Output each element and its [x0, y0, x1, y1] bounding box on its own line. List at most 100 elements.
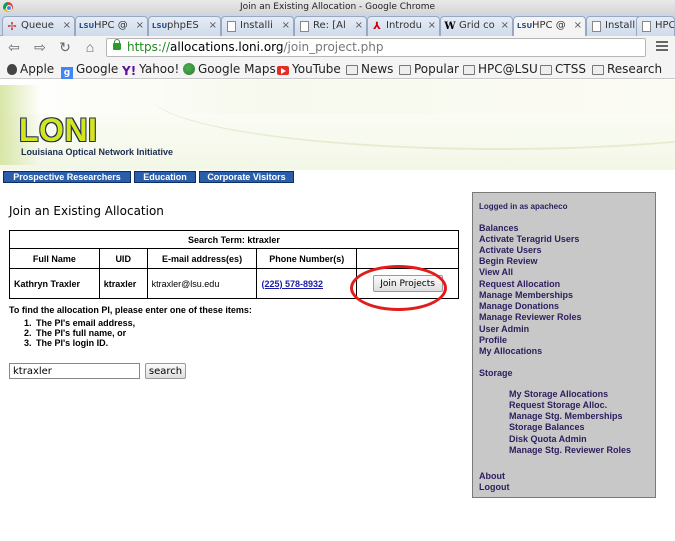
youtube-icon: [277, 66, 289, 75]
tab-intro[interactable]: ⅄ Introdu ×: [367, 16, 440, 36]
sidebar-item-activate-teragrid-users[interactable]: Activate Teragrid Users: [479, 234, 579, 245]
sidebar-item-my-storage-allocations[interactable]: My Storage Allocations: [509, 389, 608, 400]
search-input[interactable]: [9, 363, 140, 379]
sidebar-storage-heading: Storage: [479, 368, 513, 378]
sidebar-item-balances[interactable]: Balances: [479, 223, 519, 234]
tab-close-icon[interactable]: ×: [282, 17, 290, 35]
chrome-logo-icon: [3, 2, 13, 12]
tab-hpc-3[interactable]: HPC: [636, 16, 675, 36]
list-item: 1. The PI's email address,: [24, 318, 136, 328]
bookmarks-bar: Apple g Google Y! Yahoo! Google Maps YouTu…: [0, 59, 675, 79]
page-content: LONI Louisiana Optical Network Initiativ…: [0, 80, 675, 541]
chrome-menu-icon[interactable]: [656, 41, 668, 53]
nav-corporate-visitors[interactable]: Corporate Visitors: [199, 171, 294, 183]
sidebar-item-activate-users[interactable]: Activate Users: [479, 245, 542, 256]
logged-in-label: Logged in as apacheco: [479, 202, 568, 211]
bookmark-label: CTSS: [555, 62, 586, 76]
tab-queue[interactable]: ✢ Queue ×: [2, 16, 75, 36]
column-header: Phone Number(s): [256, 248, 358, 269]
sidebar-item-manage-reviewer-roles[interactable]: Manage Reviewer Roles: [479, 312, 582, 323]
home-icon[interactable]: ⌂: [82, 39, 98, 55]
tab-phpes[interactable]: LSU phpES ×: [148, 16, 221, 36]
bookmark-folder-news[interactable]: News: [346, 62, 393, 76]
sidebar-item-about[interactable]: About: [479, 471, 505, 482]
sidebar-item-user-admin[interactable]: User Admin: [479, 324, 529, 335]
lock-icon: [113, 39, 121, 50]
yahoo-icon: Y!: [122, 64, 137, 78]
tab-close-icon[interactable]: ×: [209, 17, 217, 35]
tab-label: phpES: [167, 20, 199, 31]
tab-label: HPC @: [94, 20, 128, 31]
sidebar-item-my-allocations[interactable]: My Allocations: [479, 346, 542, 357]
cell-email: ktraxler@lsu.edu: [146, 268, 258, 299]
bookmark-label: Apple: [20, 62, 55, 76]
back-arrow-icon[interactable]: ⇦: [6, 39, 22, 55]
bookmark-google[interactable]: g Google: [61, 62, 118, 79]
tab-close-icon[interactable]: ×: [428, 17, 436, 35]
folder-icon: [540, 65, 552, 75]
list-item: 2. The PI's full name, or: [24, 328, 127, 338]
sidebar-item-profile[interactable]: Profile: [479, 335, 507, 346]
tab-close-icon[interactable]: ×: [574, 17, 582, 35]
search-button[interactable]: search: [145, 363, 186, 379]
address-bar[interactable]: https://allocations.loni.org/join_projec…: [106, 38, 646, 57]
reload-icon[interactable]: ↻: [57, 39, 73, 55]
phone-link[interactable]: (225) 578-8932: [261, 279, 323, 289]
instructions-list: 1. The PI's email address, 2. The PI's ful…: [24, 318, 164, 348]
column-header: E-mail address(es): [146, 248, 258, 269]
sidebar-item-logout[interactable]: Logout: [479, 482, 510, 493]
tab-re-al[interactable]: Re: [Al ×: [294, 16, 367, 36]
url-path: /join_project.php: [283, 40, 384, 54]
bookmark-yahoo[interactable]: Y! Yahoo!: [122, 62, 179, 78]
lsu-favicon-icon: LSU: [517, 22, 533, 30]
tab-installing-1[interactable]: Installi ×: [221, 16, 294, 36]
sidebar-item-manage-stg-memberships[interactable]: Manage Stg. Memberships: [509, 411, 623, 422]
site-banner: LONI Louisiana Optical Network Initiativ…: [0, 80, 675, 170]
tab-close-icon[interactable]: ×: [355, 17, 363, 35]
bookmark-folder-research[interactable]: Research: [592, 62, 662, 76]
tab-hpc-2[interactable]: LSU HPC @ ×: [513, 16, 586, 36]
bookmark-apple[interactable]: Apple: [7, 62, 54, 76]
window-titlebar: Join an Existing Allocation - Google Chr…: [0, 0, 675, 14]
sidebar-item-manage-memberships[interactable]: Manage Memberships: [479, 290, 573, 301]
sidebar-item-manage-stg-reviewer-roles[interactable]: Manage Stg. Reviewer Roles: [509, 445, 631, 456]
highlight-circle-annotation: [350, 265, 447, 311]
bookmark-label: Google: [76, 62, 119, 76]
nav-education[interactable]: Education: [134, 171, 196, 183]
tab-close-icon[interactable]: ×: [501, 17, 509, 35]
sidebar-item-request-storage-alloc[interactable]: Request Storage Alloc.: [509, 400, 607, 411]
lsu-favicon-icon: LSU: [79, 22, 95, 30]
forward-arrow-icon[interactable]: ⇨: [32, 39, 48, 55]
tab-close-icon[interactable]: ×: [63, 17, 71, 35]
loni-logo[interactable]: LONI: [19, 112, 97, 149]
tab-close-icon[interactable]: ×: [136, 17, 144, 35]
tab-grid[interactable]: W Grid co ×: [440, 16, 513, 36]
sidebar-item-manage-donations[interactable]: Manage Donations: [479, 301, 559, 312]
folder-icon: [463, 65, 475, 75]
bookmark-folder-hpc-lsu[interactable]: HPC@LSU: [463, 62, 538, 76]
tab-strip: ✢ Queue × LSU HPC @ × LSU phpES × Instal…: [0, 14, 675, 36]
queue-favicon-icon: ✢: [7, 20, 17, 33]
loni-logo-subtitle: Louisiana Optical Network Initiative: [21, 147, 174, 157]
sidebar-item-view-all[interactable]: View All: [479, 267, 513, 278]
maps-icon: [183, 63, 195, 75]
bookmark-folder-ctss[interactable]: CTSS: [540, 62, 586, 76]
window-title: Join an Existing Allocation - Google Chr…: [239, 2, 436, 12]
doc-favicon-icon: [642, 21, 651, 32]
bookmark-folder-popular[interactable]: Popular: [399, 62, 459, 76]
browser-toolbar: ⇦ ⇨ ↻ ⌂ https://allocations.loni.org/joi…: [0, 36, 675, 59]
google-icon: g: [61, 67, 73, 79]
tab-label: Installi: [605, 20, 638, 31]
sidebar-item-storage-balances[interactable]: Storage Balances: [509, 422, 585, 433]
sidebar-item-disk-quota-admin[interactable]: Disk Quota Admin: [509, 434, 587, 445]
bookmark-label: YouTube: [292, 62, 341, 76]
sidebar-item-request-allocation[interactable]: Request Allocation: [479, 279, 560, 290]
sidebar-item-begin-review[interactable]: Begin Review: [479, 256, 538, 267]
list-item: 3. The PI's login ID.: [24, 338, 109, 348]
nav-prospective-researchers[interactable]: Prospective Researchers: [3, 171, 131, 183]
bookmark-label: Google Maps: [198, 62, 276, 76]
bookmark-google-maps[interactable]: Google Maps: [183, 62, 276, 76]
tab-hpc-1[interactable]: LSU HPC @ ×: [75, 16, 148, 36]
bookmark-youtube[interactable]: YouTube: [277, 62, 341, 76]
folder-icon: [346, 65, 358, 75]
